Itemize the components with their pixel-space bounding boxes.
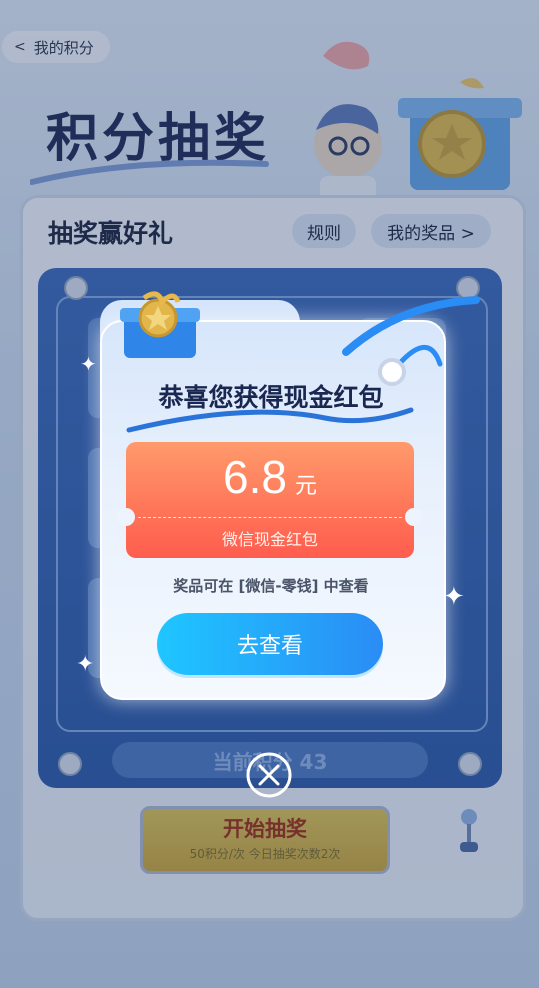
coupon-label: 微信现金红包 xyxy=(221,530,318,549)
coupon-divider xyxy=(138,517,402,518)
view-button[interactable]: 去查看 xyxy=(157,613,383,675)
cash-coupon: 6.8 元 微信现金红包 xyxy=(117,442,423,558)
title-swoosh-decoration xyxy=(126,407,414,433)
amount-unit: 元 xyxy=(294,474,317,499)
sparkle-icon: ✦ xyxy=(443,582,465,612)
close-icon[interactable] xyxy=(245,751,293,799)
coupon-amount: 6.8 元 xyxy=(126,450,414,504)
sparkle-icon: ✦ xyxy=(80,352,97,376)
coupon-notch-left xyxy=(117,508,135,526)
sparkle-icon: ✦ xyxy=(76,652,95,677)
gift-box-icon xyxy=(120,291,200,358)
amount-value: 6.8 xyxy=(223,451,287,503)
prize-hint: 奖品可在 [微信-零钱] 中查看 xyxy=(173,577,369,595)
coupon-notch-right xyxy=(405,508,423,526)
